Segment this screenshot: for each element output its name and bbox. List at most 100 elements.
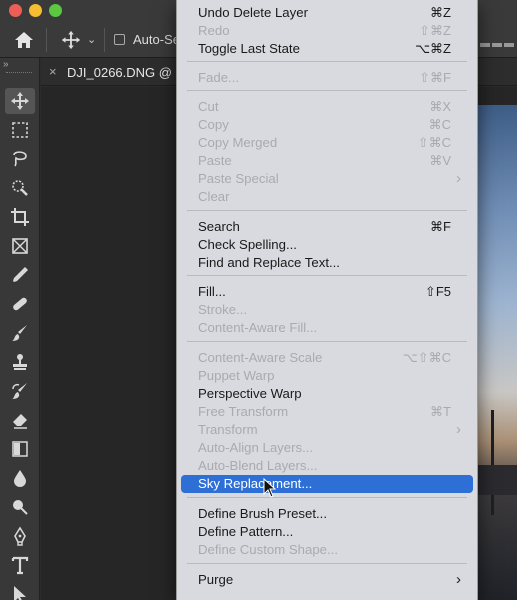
collapse-panel-icon[interactable]: » xyxy=(3,59,9,70)
menu-separator xyxy=(187,90,467,91)
menu-item-perspective-warp[interactable]: Perspective Warp xyxy=(177,385,477,403)
menu-item-label: Auto-Align Layers... xyxy=(198,440,314,455)
stamp-tool[interactable] xyxy=(5,349,35,375)
eraser-tool[interactable] xyxy=(5,407,35,433)
dodge-tool[interactable] xyxy=(5,494,35,520)
menu-item-label: Define Brush Preset... xyxy=(198,506,328,521)
menu-item-define-brush-preset[interactable]: Define Brush Preset... xyxy=(177,505,477,523)
menu-item-label: Clear xyxy=(198,189,230,204)
minimize-window-button[interactable] xyxy=(29,4,42,17)
menu-item-shortcut: ⌘F xyxy=(430,219,451,234)
menu-item-label: Sky Replacement... xyxy=(198,476,313,491)
menu-item-shortcut: ⌘C xyxy=(428,117,451,132)
menu-item-label: Copy Merged xyxy=(198,135,278,150)
menu-item-copy-merged: Copy Merged ⇧⌘C xyxy=(177,134,477,152)
marquee-tool[interactable] xyxy=(5,117,35,143)
menu-item-free-transform: Free Transform ⌘T xyxy=(177,403,477,421)
menu-item-toggle-last-state[interactable]: Toggle Last State ⌥⌘Z xyxy=(177,40,477,58)
menu-item-label: Define Custom Shape... xyxy=(198,542,339,557)
frame-tool[interactable] xyxy=(5,233,35,259)
history-brush-tool[interactable] xyxy=(5,378,35,404)
close-window-button[interactable] xyxy=(9,4,22,17)
menu-separator xyxy=(187,210,467,211)
align-icons[interactable] xyxy=(480,34,517,48)
menu-separator xyxy=(187,275,467,276)
menu-item-shortcut: ⌘Z xyxy=(430,5,451,20)
menu-item-paste: Paste ⌘V xyxy=(177,152,477,170)
submenu-chevron-icon: › xyxy=(456,421,461,438)
menu-item-content-aware-scale: Content-Aware Scale ⌥⇧⌘C xyxy=(177,349,477,367)
menu-item-check-spelling[interactable]: Check Spelling... xyxy=(177,236,477,254)
menu-item-label: Search xyxy=(198,219,240,234)
menu-item-define-pattern[interactable]: Define Pattern... xyxy=(177,523,477,541)
arrow-icon xyxy=(14,586,26,600)
panel-drag-handle[interactable] xyxy=(6,72,32,75)
type-tool[interactable] xyxy=(5,552,35,578)
menu-item-label: Paste Special xyxy=(198,171,279,186)
menu-item-label: Find and Replace Text... xyxy=(198,255,340,270)
menu-item-shortcut: ⇧⌘Z xyxy=(419,23,451,38)
options-separator xyxy=(46,28,47,52)
menu-item-transform: Transform › xyxy=(177,421,477,439)
menu-separator xyxy=(187,563,467,564)
menu-item-shortcut: ⌘X xyxy=(429,99,451,114)
pen-tool[interactable] xyxy=(5,523,35,549)
brush-tool[interactable] xyxy=(5,320,35,346)
menu-item-shortcut: ⌥⇧⌘C xyxy=(402,350,451,365)
brush-icon xyxy=(12,325,27,341)
menu-item-label: Puppet Warp xyxy=(198,368,275,383)
menu-item-auto-blend-layers: Auto-Blend Layers... xyxy=(177,457,477,475)
menu-item-purge[interactable]: Purge › xyxy=(177,571,477,589)
bandage-icon xyxy=(13,297,27,311)
menu-item-label: Cut xyxy=(198,99,219,114)
menu-item-fill[interactable]: Fill... ⇧F5 xyxy=(177,283,477,301)
menu-item-shortcut: ⌥⌘Z xyxy=(415,41,451,56)
path-select-tool[interactable] xyxy=(5,581,35,600)
menu-item-label: Perspective Warp xyxy=(198,386,302,401)
gradient-tool[interactable] xyxy=(5,436,35,462)
menu-item-undo-delete-layer[interactable]: Undo Delete Layer ⌘Z xyxy=(177,4,477,22)
menu-item-shortcut: ⌘V xyxy=(429,153,451,168)
document-tab-title[interactable]: DJI_0266.DNG @ 52 xyxy=(67,65,190,80)
history-brush-icon xyxy=(12,383,27,399)
move-tool-preset-icon[interactable] xyxy=(60,29,82,51)
tool-preset-caret[interactable]: ⌄ xyxy=(87,33,96,46)
menu-separator xyxy=(187,61,467,62)
submenu-chevron-icon: › xyxy=(456,170,461,187)
menu-item-puppet-warp: Puppet Warp xyxy=(177,367,477,385)
eyedropper-tool[interactable] xyxy=(5,262,35,288)
menu-item-search[interactable]: Search ⌘F xyxy=(177,218,477,236)
close-tab-button[interactable]: × xyxy=(49,64,57,79)
menu-item-label: Fade... xyxy=(198,70,240,85)
menu-item-clear: Clear xyxy=(177,188,477,206)
mouse-cursor-icon xyxy=(263,478,277,498)
quick-select-icon xyxy=(12,180,28,196)
dodge-icon xyxy=(13,500,28,515)
menu-separator xyxy=(187,341,467,342)
blur-tool[interactable] xyxy=(5,465,35,491)
eyedropper-icon xyxy=(13,267,28,282)
menu-item-label: Transform xyxy=(198,422,258,437)
menu-item-sky-replacement[interactable]: Sky Replacement... xyxy=(181,475,473,493)
eraser-icon xyxy=(13,414,27,429)
move-tool[interactable] xyxy=(5,88,35,114)
submenu-chevron-icon: › xyxy=(456,571,461,588)
menu-item-shortcut: ⌘T xyxy=(430,404,451,419)
healing-tool[interactable] xyxy=(5,291,35,317)
lasso-tool[interactable] xyxy=(5,146,35,172)
auto-select-checkbox[interactable] xyxy=(114,34,125,45)
menu-item-cut: Cut ⌘X xyxy=(177,98,477,116)
menu-item-copy: Copy ⌘C xyxy=(177,116,477,134)
pen-icon xyxy=(14,526,26,546)
menu-item-label: Content-Aware Fill... xyxy=(198,320,318,335)
menu-item-find-and-replace-text[interactable]: Find and Replace Text... xyxy=(177,254,477,272)
menu-item-label: Purge xyxy=(198,572,234,587)
frame-icon xyxy=(12,238,28,254)
move-icon xyxy=(11,92,29,110)
home-icon[interactable] xyxy=(12,28,36,52)
quick-select-tool[interactable] xyxy=(5,175,35,201)
crop-tool[interactable] xyxy=(5,204,35,230)
menu-item-shortcut: ⇧F5 xyxy=(424,284,451,299)
zoom-window-button[interactable] xyxy=(49,4,62,17)
menu-item-fade: Fade... ⇧⌘F xyxy=(177,69,477,87)
